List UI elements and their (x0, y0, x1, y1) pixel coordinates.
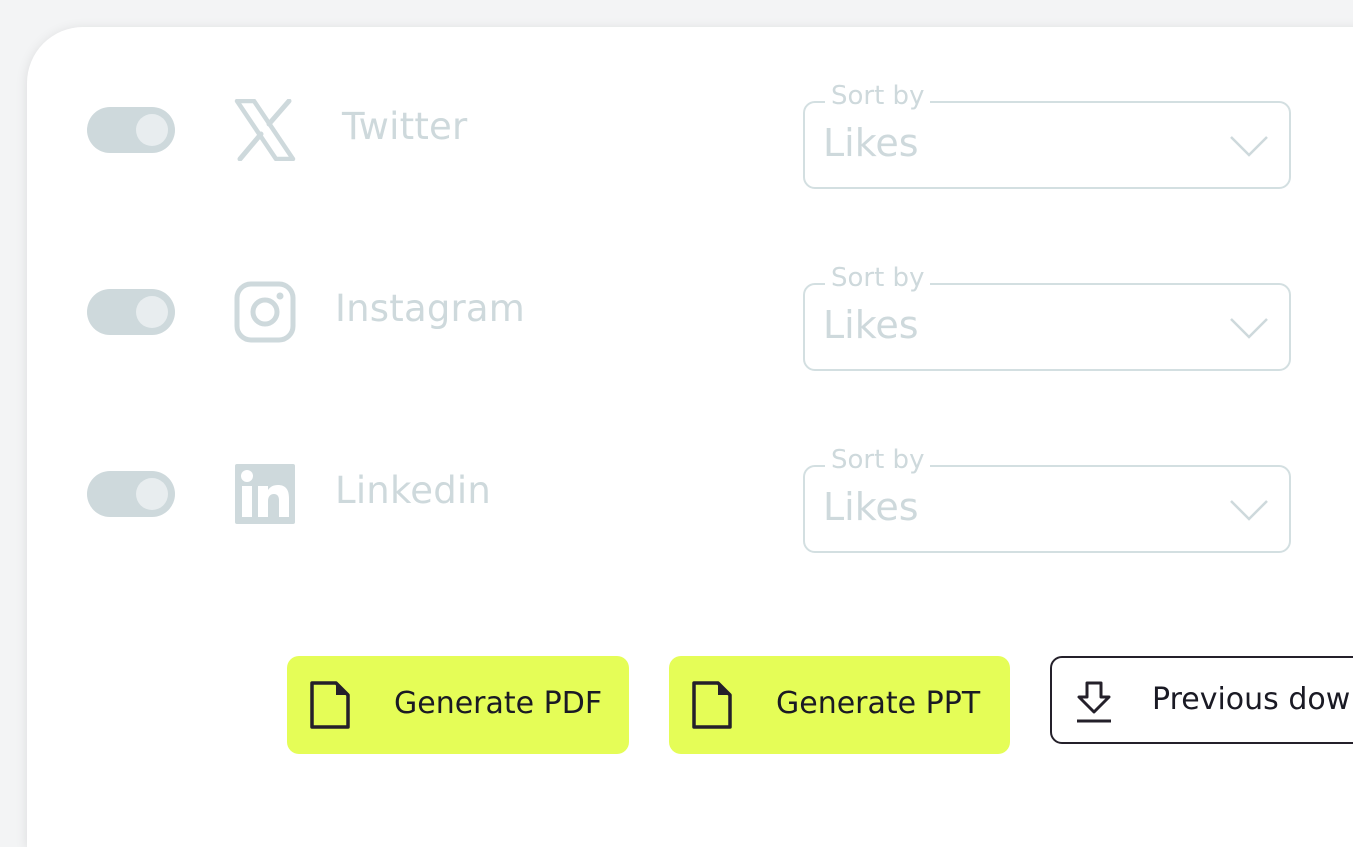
platform-row-instagram: Instagram Sort by Likes (27, 263, 1353, 371)
linkedin-toggle[interactable] (87, 471, 175, 517)
sort-label: Sort by (825, 263, 931, 293)
sort-value: Likes (823, 121, 919, 165)
toggle-knob (136, 114, 168, 146)
chevron-down-icon (1229, 135, 1269, 157)
sort-value: Likes (823, 303, 919, 347)
platform-name-linkedin: Linkedin (335, 469, 492, 512)
x-twitter-icon (234, 99, 296, 161)
platform-row-twitter: Twitter Sort by Likes (27, 81, 1353, 189)
instagram-icon (234, 281, 296, 343)
linkedin-icon (234, 463, 296, 525)
document-icon (309, 680, 351, 730)
twitter-toggle[interactable] (87, 107, 175, 153)
sort-label: Sort by (825, 445, 931, 475)
platform-row-linkedin: Linkedin Sort by Likes (27, 445, 1353, 553)
previous-downloads-button[interactable]: Previous dow (1050, 656, 1353, 744)
generate-ppt-label: Generate PPT (776, 686, 981, 721)
chevron-down-icon (1229, 499, 1269, 521)
toggle-knob (136, 296, 168, 328)
instagram-toggle[interactable] (87, 289, 175, 335)
previous-downloads-label: Previous dow (1152, 682, 1351, 717)
sort-value: Likes (823, 485, 919, 529)
generate-ppt-button[interactable]: Generate PPT (669, 656, 1010, 754)
document-icon (691, 680, 733, 730)
linkedin-sort-select[interactable]: Sort by Likes (803, 445, 1291, 553)
report-settings-card: Twitter Sort by Likes Instagram Sort by … (27, 27, 1353, 847)
twitter-sort-select[interactable]: Sort by Likes (803, 81, 1291, 189)
generate-pdf-button[interactable]: Generate PDF (287, 656, 629, 754)
sort-label: Sort by (825, 81, 931, 111)
platform-name-instagram: Instagram (335, 287, 526, 330)
generate-pdf-label: Generate PDF (394, 686, 603, 721)
chevron-down-icon (1229, 317, 1269, 339)
toggle-knob (136, 478, 168, 510)
platform-name-twitter: Twitter (342, 105, 468, 148)
instagram-sort-select[interactable]: Sort by Likes (803, 263, 1291, 371)
download-icon (1074, 680, 1114, 724)
